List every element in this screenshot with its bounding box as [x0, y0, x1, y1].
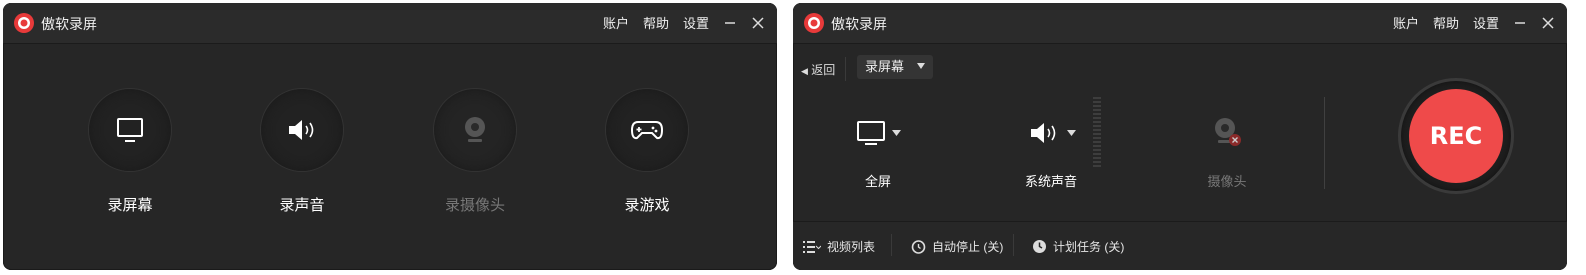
auto-stop-button[interactable]: 自动停止 (关): [911, 238, 1003, 255]
close-icon[interactable]: [751, 16, 765, 30]
home-window: 傲软录屏 账户 帮助 设置 录屏幕 录声音 录摄像头 录游戏: [3, 3, 777, 270]
mode-label: 录游戏: [624, 197, 670, 214]
close-icon[interactable]: [1541, 16, 1555, 30]
auto-stop-label: 自动停止 (关): [932, 240, 1004, 254]
menu-account[interactable]: 账户: [603, 13, 629, 32]
mode-circle[interactable]: [89, 89, 171, 171]
rec-button-ring: REC: [1398, 78, 1514, 194]
menu-settings[interactable]: 设置: [683, 13, 709, 32]
mode-circle[interactable]: [606, 89, 688, 171]
mode-record-screen[interactable]: 录屏幕: [70, 89, 190, 215]
mode-label: 录声音: [279, 197, 325, 214]
app-title: 傲软录屏: [41, 16, 97, 32]
monitor-icon: [117, 118, 143, 142]
divider: [1013, 234, 1014, 256]
divider: [845, 57, 846, 81]
speaker-icon: [289, 120, 314, 140]
app-title: 傲软录屏: [831, 16, 887, 32]
video-list-label: 视频列表: [827, 240, 876, 254]
list-icon: [803, 240, 821, 253]
clock-icon: [1033, 240, 1046, 253]
audio-level-meter: [1093, 97, 1101, 169]
mode-label: 录屏幕: [107, 197, 153, 214]
minimize-icon[interactable]: [723, 16, 737, 30]
bottom-toolbar: 视频列表 自动停止 (关) 计划任务 (关): [793, 221, 1567, 270]
source-fullscreen[interactable]: 全屏: [818, 113, 938, 190]
app-logo-icon: [14, 13, 34, 33]
scheduled-task-button[interactable]: 计划任务 (关): [1032, 238, 1124, 255]
mode-circle[interactable]: [261, 89, 343, 171]
caret-down-icon[interactable]: [891, 130, 901, 136]
back-label: 返回: [811, 63, 836, 77]
divider: [891, 234, 892, 256]
mode-record-audio[interactable]: 录声音: [242, 89, 362, 215]
mode-circle[interactable]: [434, 89, 516, 171]
caret-down-icon: [917, 63, 925, 69]
source-label: 全屏: [864, 174, 891, 189]
caret-down-icon[interactable]: [1066, 130, 1076, 136]
source-label: 摄像头: [1207, 174, 1247, 189]
divider: [1324, 97, 1325, 189]
gamepad-icon: [630, 121, 664, 140]
menu-help[interactable]: 帮助: [643, 13, 669, 32]
minimize-icon[interactable]: [1513, 16, 1527, 30]
mode-label: 录摄像头: [444, 197, 505, 214]
scheduled-task-label: 计划任务 (关): [1053, 240, 1125, 254]
source-label: 系统声音: [1024, 174, 1077, 189]
menu-settings[interactable]: 设置: [1473, 13, 1499, 32]
webcam-off-icon: [1215, 118, 1241, 146]
video-list-button[interactable]: 视频列表: [803, 238, 875, 255]
mode-record-webcam[interactable]: 录摄像头: [415, 89, 535, 215]
title-bar: 傲软录屏 账户 帮助 设置: [793, 3, 1567, 44]
rec-button[interactable]: REC: [1409, 89, 1503, 183]
back-button[interactable]: ◀ 返回: [801, 61, 835, 78]
source-webcam[interactable]: 摄像头: [1167, 113, 1287, 190]
webcam-icon: [465, 117, 485, 142]
caret-left-icon: ◀: [801, 66, 808, 76]
alarm-clock-icon: [911, 240, 926, 254]
title-bar: 傲软录屏 账户 帮助 设置: [3, 3, 777, 44]
mode-record-game[interactable]: 录游戏: [587, 89, 707, 215]
monitor-icon: [856, 121, 885, 145]
recorder-window: 傲软录屏 账户 帮助 设置 ◀ 返回 录屏幕 全屏 系统声音 摄像头 REC 视…: [793, 3, 1567, 270]
speaker-icon: [1030, 123, 1055, 143]
mode-dropdown-value: 录屏幕: [865, 59, 905, 74]
menu-help[interactable]: 帮助: [1433, 13, 1459, 32]
app-logo-icon: [804, 13, 824, 33]
mode-dropdown[interactable]: 录屏幕: [857, 55, 933, 79]
menu-account[interactable]: 账户: [1393, 13, 1419, 32]
